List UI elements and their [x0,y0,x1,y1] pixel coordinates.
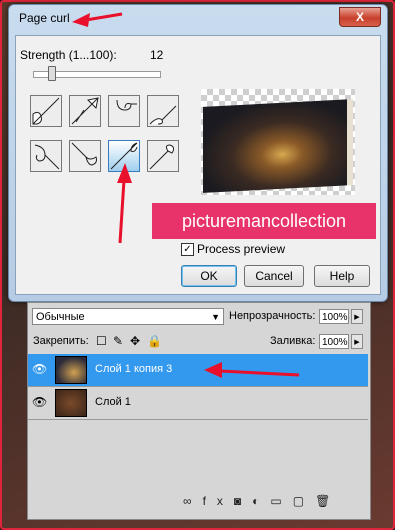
arrow-to-layer [219,369,300,377]
arrow-to-title [85,12,123,22]
annotation-arrows [72,12,300,378]
arrow-to-curl-button [118,179,126,244]
